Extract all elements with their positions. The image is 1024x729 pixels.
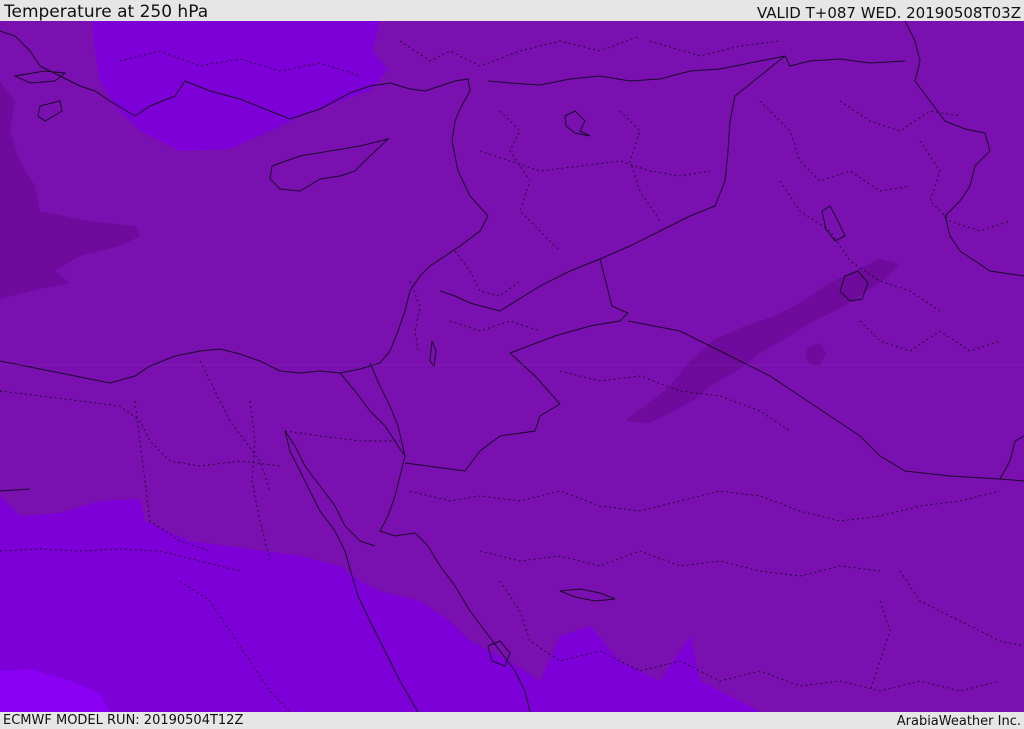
model-run-label: ECMWF MODEL RUN: 20190504T12Z <box>3 713 244 728</box>
map-canvas <box>0 21 1024 712</box>
temperature-map[interactable] <box>0 21 1024 712</box>
valid-time-label: VALID T+087 WED. 20190508T03Z <box>756 4 1021 22</box>
weather-map-page: Temperature at 250 hPa VALID T+087 WED. … <box>0 0 1024 729</box>
map-title: Temperature at 250 hPa <box>4 2 209 22</box>
credit-label: ArabiaWeather Inc. <box>896 714 1021 729</box>
header-bar: Temperature at 250 hPa VALID T+087 WED. … <box>0 0 1024 21</box>
footer-bar: ECMWF MODEL RUN: 20190504T12Z ArabiaWeat… <box>0 712 1024 729</box>
